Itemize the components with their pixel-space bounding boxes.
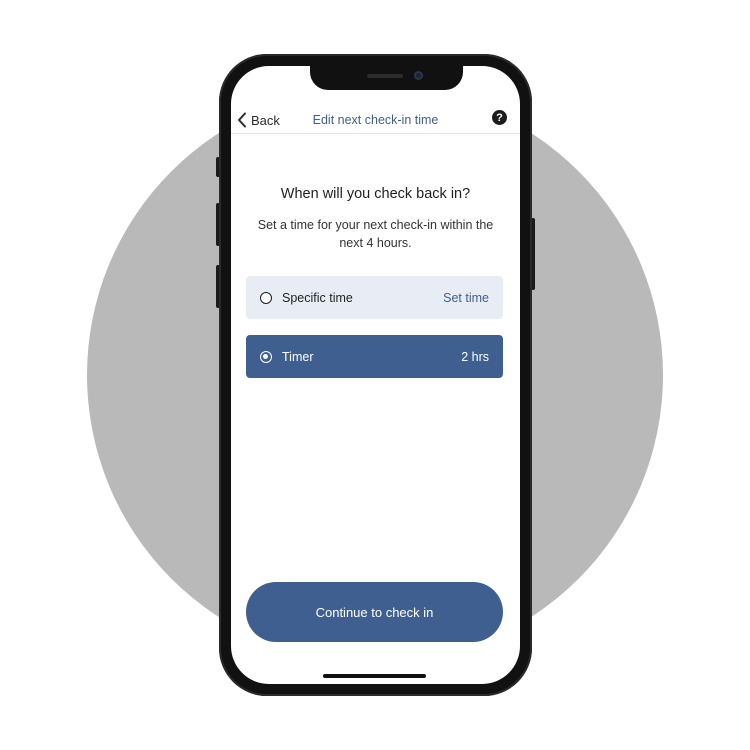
- phone-screen: Back Edit next check-in time ? When will…: [231, 66, 520, 684]
- radio-unselected-icon[interactable]: [260, 291, 272, 304]
- page-title: Edit next check-in time: [312, 113, 439, 127]
- question-heading: When will you check back in?: [280, 186, 471, 202]
- phone-notch: [310, 66, 463, 90]
- help-button[interactable]: ?: [492, 110, 507, 125]
- front-camera: [414, 71, 423, 80]
- option-label: Timer: [282, 349, 314, 364]
- question-subtitle: Set a time for your next check-in within…: [257, 218, 494, 250]
- timer-duration-value[interactable]: 2 hrs: [461, 350, 489, 364]
- set-time-link[interactable]: Set time: [443, 291, 489, 305]
- continue-button[interactable]: Continue to check in: [246, 582, 503, 642]
- option-timer[interactable]: Timer 2 hrs: [246, 335, 503, 378]
- question-circle-icon: ?: [496, 111, 503, 124]
- radio-selected-icon[interactable]: [260, 350, 272, 363]
- home-indicator[interactable]: [323, 674, 426, 678]
- stage: Back Edit next check-in time ? When will…: [0, 0, 750, 750]
- navigation-bar: Back Edit next check-in time ?: [231, 103, 520, 134]
- phone-frame: Back Edit next check-in time ? When will…: [219, 54, 532, 696]
- option-label: Specific time: [282, 290, 353, 305]
- speaker-grille: [367, 74, 403, 78]
- option-specific-time[interactable]: Specific time Set time: [246, 276, 503, 319]
